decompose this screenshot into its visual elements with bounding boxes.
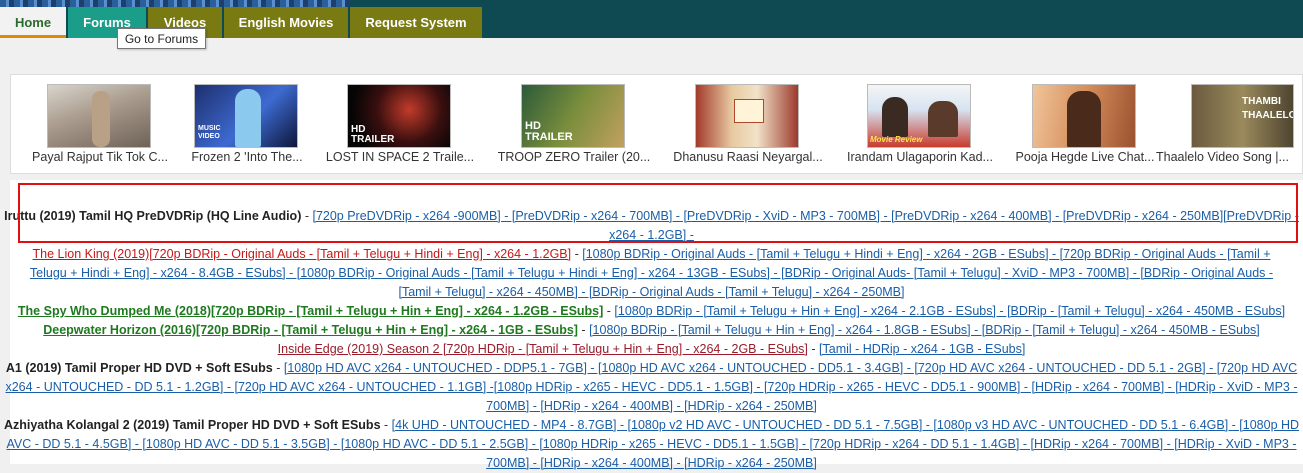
download-links[interactable]: [4k UHD - UNTOUCHED - MP4 - 8.7GB] - [10… xyxy=(392,418,1299,432)
video-caption[interactable]: Thaalelo Video Song |... xyxy=(1156,150,1303,164)
thumbnail-overlay-text: Movie Review xyxy=(870,135,923,144)
download-links[interactable]: [1080p HD AVC x264 - UNTOUCHED - DDP5.1 … xyxy=(284,361,1297,375)
video-caption[interactable]: Payal Rajput Tik Tok C... xyxy=(16,150,184,164)
video-thumbnail[interactable]: THAMBI THAALELO xyxy=(1191,84,1294,148)
download-links[interactable]: [Tamil - HDRip - x264 - 1GB - ESubs] xyxy=(819,342,1025,356)
tab-english-movies[interactable]: English Movies xyxy=(224,7,348,38)
download-links[interactable]: AVC - DD 5.1 - 4.5GB] - [1080p HD AVC - … xyxy=(7,437,1297,451)
tab-home[interactable]: Home xyxy=(0,7,66,38)
tab-request-system[interactable]: Request System xyxy=(350,7,482,38)
video-caption[interactable]: LOST IN SPACE 2 Traile... xyxy=(316,150,484,164)
release-item-continued: [Tamil + Telugu] - x264 - 450MB] - [BDRi… xyxy=(0,283,1303,302)
thumbnail-overlay-text: HD TRAILER xyxy=(351,124,395,145)
video-caption[interactable]: Frozen 2 'Into The... xyxy=(163,150,331,164)
highlight-box xyxy=(18,183,1298,243)
release-title[interactable]: Inside Edge (2019) Season 2 [720p HDRip … xyxy=(278,342,808,356)
video-thumbnail[interactable]: Movie Review xyxy=(867,84,971,148)
download-links[interactable]: 700MB] - [HDRip - x264 - 400MB] - [HDRip… xyxy=(486,456,817,470)
video-strip-panel: Payal Rajput Tik Tok C... MUSIC VIDEO Fr… xyxy=(10,74,1303,174)
thumbnail-overlay-text: HD TRAILER xyxy=(525,120,573,143)
video-caption[interactable]: Pooja Hegde Live Chat... xyxy=(1001,150,1169,164)
release-item-continued: Telugu + Hindi + Eng] - x264 - 8.4GB - E… xyxy=(0,264,1303,283)
release-item: The Lion King (2019)[720p BDRip - Origin… xyxy=(32,247,1271,261)
release-title[interactable]: Azhiyatha Kolangal 2 (2019) Tamil Proper… xyxy=(4,418,381,432)
release-item-continued: x264 - UNTOUCHED - DD 5.1 - 1.2GB] - [72… xyxy=(0,378,1303,397)
video-caption[interactable]: TROOP ZERO Trailer (20... xyxy=(490,150,658,164)
release-item: Azhiyatha Kolangal 2 (2019) Tamil Proper… xyxy=(3,418,1300,432)
release-item: Inside Edge (2019) Season 2 [720p HDRip … xyxy=(277,342,1026,356)
video-thumbnail[interactable] xyxy=(1032,84,1136,148)
thumbnail-overlay-text: MUSIC VIDEO xyxy=(198,125,221,140)
release-item: Deepwater Horizon (2016)[720p BDRip - [T… xyxy=(43,323,1260,337)
download-links[interactable]: [1080p BDRip - Original Auds - [Tamil + … xyxy=(582,247,1270,261)
release-title[interactable]: A1 (2019) Tamil Proper HD DVD + Soft ESu… xyxy=(6,361,273,375)
release-title[interactable]: Deepwater Horizon (2016)[720p BDRip - [T… xyxy=(43,323,578,337)
release-item-continued: 700MB] - [HDRip - x264 - 400MB] - [HDRip… xyxy=(0,397,1303,416)
video-thumbnail[interactable]: HD TRAILER xyxy=(347,84,451,148)
thumbnail-overlay-text: THAMBI THAALELO xyxy=(1242,96,1294,121)
release-title[interactable]: The Lion King (2019)[720p BDRip - Origin… xyxy=(33,247,572,261)
release-item-continued: AVC - DD 5.1 - 4.5GB] - [1080p HD AVC - … xyxy=(0,435,1303,454)
release-title[interactable]: The Spy Who Dumped Me (2018)[720p BDRip … xyxy=(18,304,603,318)
video-caption[interactable]: Irandam Ulagaporin Kad... xyxy=(836,150,1004,164)
download-links[interactable]: [1080p BDRip - [Tamil + Telugu + Hin + E… xyxy=(614,304,1285,318)
release-item: The Spy Who Dumped Me (2018)[720p BDRip … xyxy=(17,304,1286,318)
video-thumbnail[interactable]: HD TRAILER xyxy=(521,84,625,148)
video-thumbnail[interactable] xyxy=(695,84,799,148)
header-pattern-strip xyxy=(0,0,350,7)
video-thumbnail[interactable]: MUSIC VIDEO xyxy=(194,84,298,148)
forums-tooltip: Go to Forums xyxy=(117,28,206,49)
video-caption[interactable]: Dhanusu Raasi Neyargal... xyxy=(664,150,832,164)
download-links[interactable]: [Tamil + Telugu] - x264 - 450MB] - [BDRi… xyxy=(398,285,904,299)
download-links[interactable]: 700MB] - [HDRip - x264 - 400MB] - [HDRip… xyxy=(486,399,817,413)
video-thumbnail[interactable] xyxy=(47,84,151,148)
release-item: A1 (2019) Tamil Proper HD DVD + Soft ESu… xyxy=(5,361,1298,375)
download-links[interactable]: [1080p BDRip - [Tamil + Telugu + Hin + E… xyxy=(589,323,1260,337)
download-links[interactable]: Telugu + Hindi + Eng] - x264 - 8.4GB - E… xyxy=(30,266,1273,280)
download-links[interactable]: x264 - UNTOUCHED - DD 5.1 - 1.2GB] - [72… xyxy=(5,380,1297,394)
